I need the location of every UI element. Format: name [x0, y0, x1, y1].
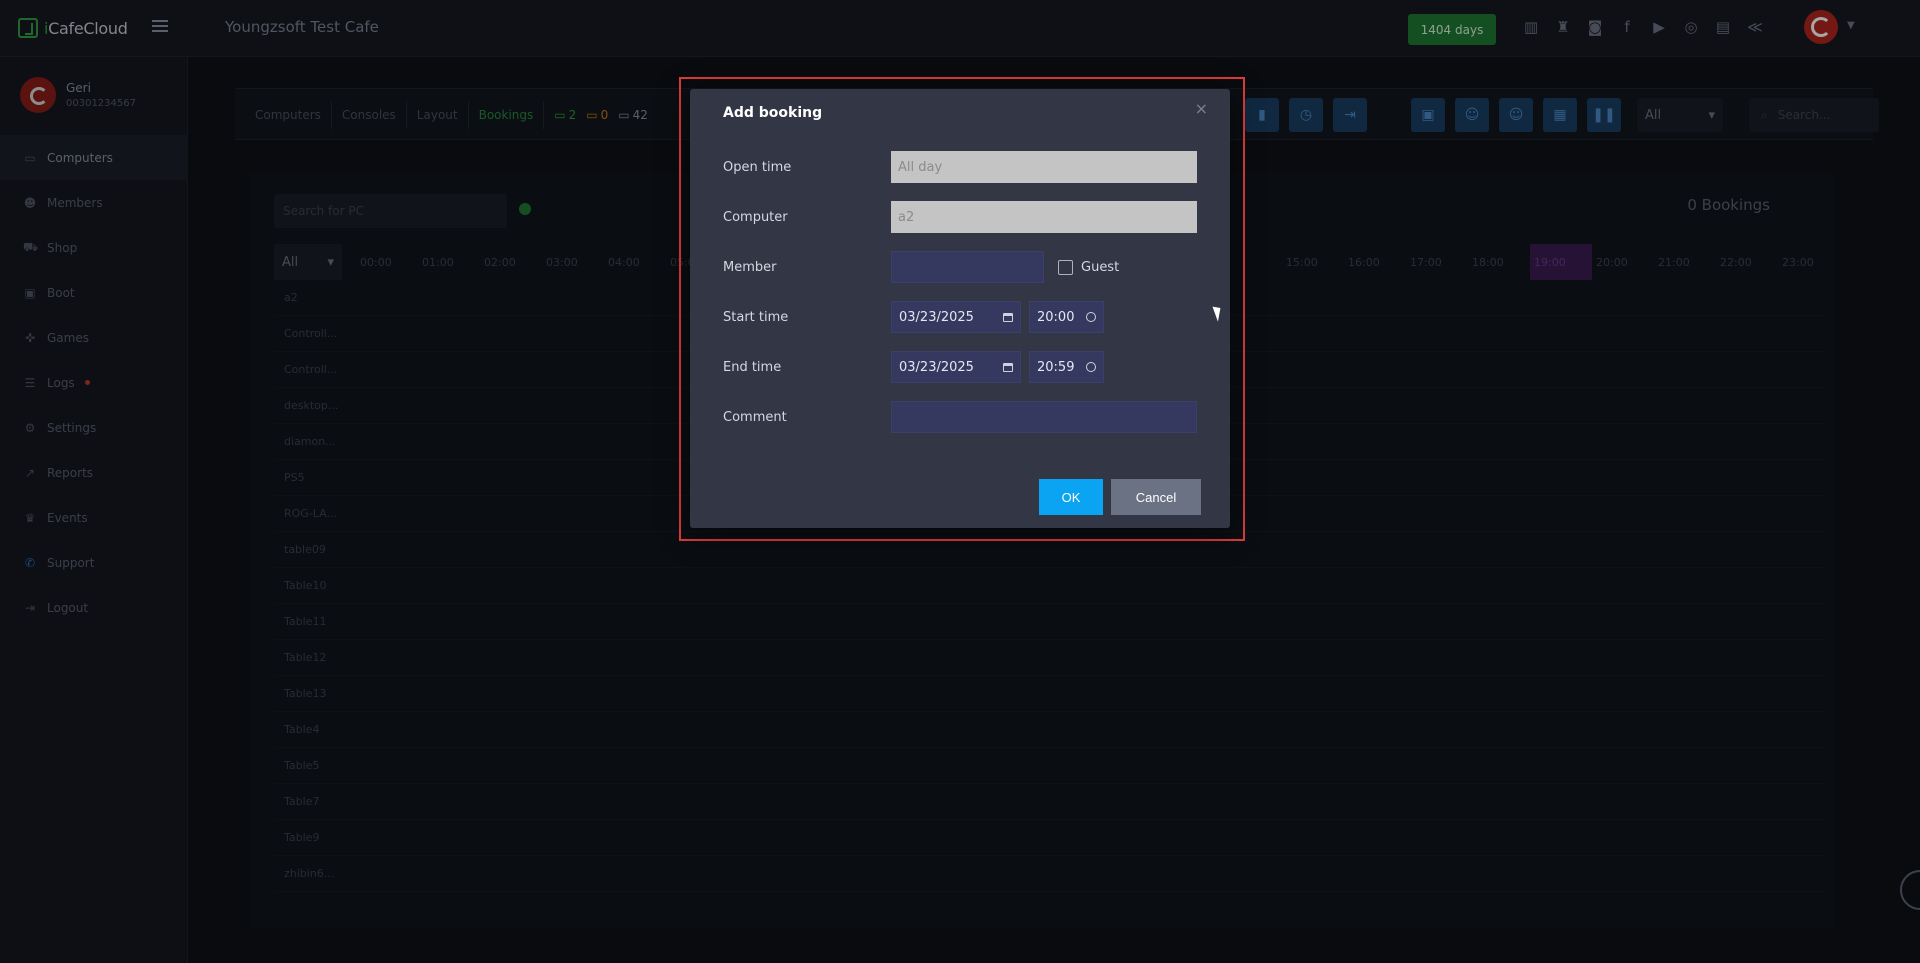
member-row: Member Guest [723, 251, 1198, 283]
comment-label: Comment [723, 409, 787, 425]
add-booking-dialog: Add booking × Open time All day Computer… [690, 89, 1230, 528]
end-date-input[interactable]: 03/23/2025 [891, 351, 1021, 383]
open-time-field: All day [891, 151, 1197, 183]
guest-label: Guest [1081, 259, 1120, 275]
end-time-input[interactable]: 20:59 [1029, 351, 1104, 383]
computer-field: a2 [891, 201, 1197, 233]
computer-label: Computer [723, 209, 788, 225]
start-time-label: Start time [723, 309, 789, 325]
start-time-row: Start time 03/23/2025 20:00 [723, 301, 1198, 333]
dialog-title: Add booking [723, 105, 823, 121]
end-time-label: End time [723, 359, 782, 375]
comment-input[interactable] [891, 401, 1197, 433]
close-icon[interactable]: × [1195, 99, 1208, 118]
computer-row: Computer a2 [723, 201, 1198, 233]
calendar-icon[interactable] [1003, 312, 1013, 322]
member-input[interactable] [891, 251, 1044, 283]
guest-option: Guest [1058, 259, 1120, 275]
cancel-button[interactable]: Cancel [1111, 479, 1201, 515]
open-time-row: Open time All day [723, 151, 1198, 183]
clock-icon[interactable] [1086, 362, 1096, 372]
start-date-input[interactable]: 03/23/2025 [891, 301, 1021, 333]
open-time-label: Open time [723, 159, 792, 175]
calendar-icon[interactable] [1003, 362, 1013, 372]
guest-checkbox[interactable] [1058, 259, 1073, 275]
clock-icon[interactable] [1086, 312, 1096, 322]
member-label: Member [723, 259, 777, 275]
start-time-input[interactable]: 20:00 [1029, 301, 1104, 333]
end-time-row: End time 03/23/2025 20:59 [723, 351, 1198, 383]
ok-button[interactable]: OK [1039, 479, 1103, 515]
comment-row: Comment [723, 401, 1198, 433]
